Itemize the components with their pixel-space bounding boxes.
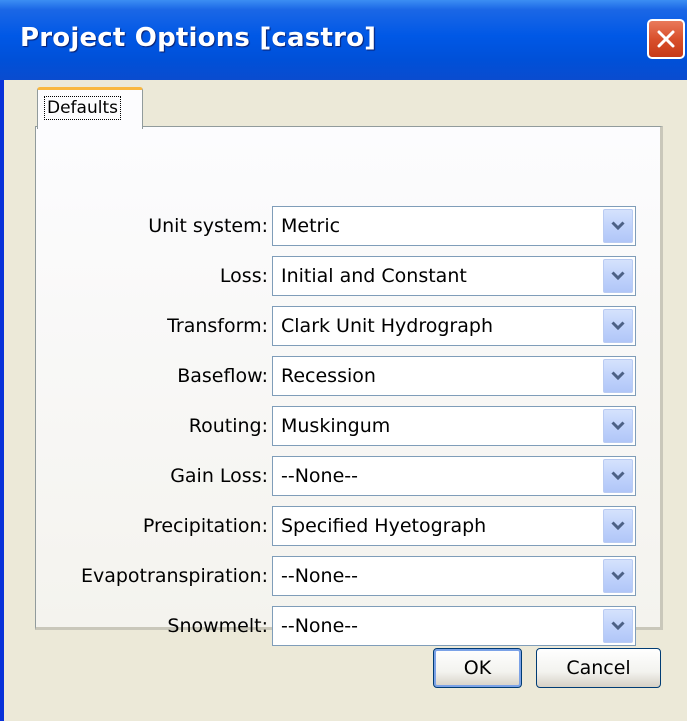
window-title: Project Options [castro] xyxy=(20,23,377,53)
baseflow-label: Baseflow: xyxy=(177,365,268,387)
loss-select[interactable]: Initial and Constant xyxy=(272,256,636,296)
chevron-down-icon xyxy=(611,621,625,631)
chevron-down-icon xyxy=(611,271,625,281)
baseflow-dropdown-button[interactable] xyxy=(603,359,633,393)
chevron-down-icon xyxy=(611,371,625,381)
snowmelt-dropdown-button[interactable] xyxy=(603,609,633,643)
transform-value: Clark Unit Hydrograph xyxy=(281,315,493,337)
precipitation-select[interactable]: Specified Hyetograph xyxy=(272,506,636,546)
routing-dropdown-button[interactable] xyxy=(603,409,633,443)
loss-dropdown-button[interactable] xyxy=(603,259,633,293)
transform-label: Transform: xyxy=(167,315,268,337)
close-button[interactable] xyxy=(647,19,685,59)
chevron-down-icon xyxy=(611,221,625,231)
transform-dropdown-button[interactable] xyxy=(603,309,633,343)
evapotranspiration-dropdown-button[interactable] xyxy=(603,559,633,593)
precipitation-value: Specified Hyetograph xyxy=(281,515,487,537)
title-bar[interactable]: Project Options [castro] xyxy=(0,0,687,80)
tab-defaults[interactable]: Defaults xyxy=(37,87,143,129)
transform-select[interactable]: Clark Unit Hydrograph xyxy=(272,306,636,346)
chevron-down-icon xyxy=(611,521,625,531)
baseflow-value: Recession xyxy=(281,365,376,387)
routing-select[interactable]: Muskingum xyxy=(272,406,636,446)
chevron-down-icon xyxy=(611,321,625,331)
unit-system-value: Metric xyxy=(281,215,341,237)
loss-label: Loss: xyxy=(219,265,268,287)
gain-loss-select[interactable]: --None-- xyxy=(272,456,636,496)
gain-loss-dropdown-button[interactable] xyxy=(603,459,633,493)
ok-button[interactable]: OK xyxy=(433,648,522,688)
gain-loss-label: Gain Loss: xyxy=(170,465,268,487)
chevron-down-icon xyxy=(611,421,625,431)
unit-system-select[interactable]: Metric xyxy=(272,206,636,246)
snowmelt-select[interactable]: --None-- xyxy=(272,606,636,646)
cancel-button[interactable]: Cancel xyxy=(536,648,661,688)
unit-system-label: Unit system: xyxy=(148,215,268,237)
evapotranspiration-label: Evapotranspiration: xyxy=(80,565,268,587)
baseflow-select[interactable]: Recession xyxy=(272,356,636,396)
snowmelt-label: Snowmelt: xyxy=(167,615,268,637)
precipitation-label: Precipitation: xyxy=(142,515,268,537)
unit-system-dropdown-button[interactable] xyxy=(603,209,633,243)
evapotranspiration-select[interactable]: --None-- xyxy=(272,556,636,596)
loss-value: Initial and Constant xyxy=(281,265,467,287)
chevron-down-icon xyxy=(611,471,625,481)
defaults-panel: Unit system: Loss: Transform: Baseflow: … xyxy=(35,126,663,646)
evapotranspiration-value: --None-- xyxy=(281,565,358,587)
routing-label: Routing: xyxy=(188,415,268,437)
tab-defaults-label: Defaults xyxy=(44,96,121,120)
close-x-icon xyxy=(657,30,675,48)
routing-value: Muskingum xyxy=(281,415,391,437)
chevron-down-icon xyxy=(611,571,625,581)
snowmelt-value: --None-- xyxy=(281,615,358,637)
project-options-dialog: Project Options [castro] Defaults Unit s… xyxy=(0,0,687,721)
dialog-client-area: Defaults Unit system: Loss: Transform: B… xyxy=(4,80,687,721)
precipitation-dropdown-button[interactable] xyxy=(603,509,633,543)
field-labels: Unit system: Loss: Transform: Baseflow: … xyxy=(36,127,268,637)
gain-loss-value: --None-- xyxy=(281,465,358,487)
